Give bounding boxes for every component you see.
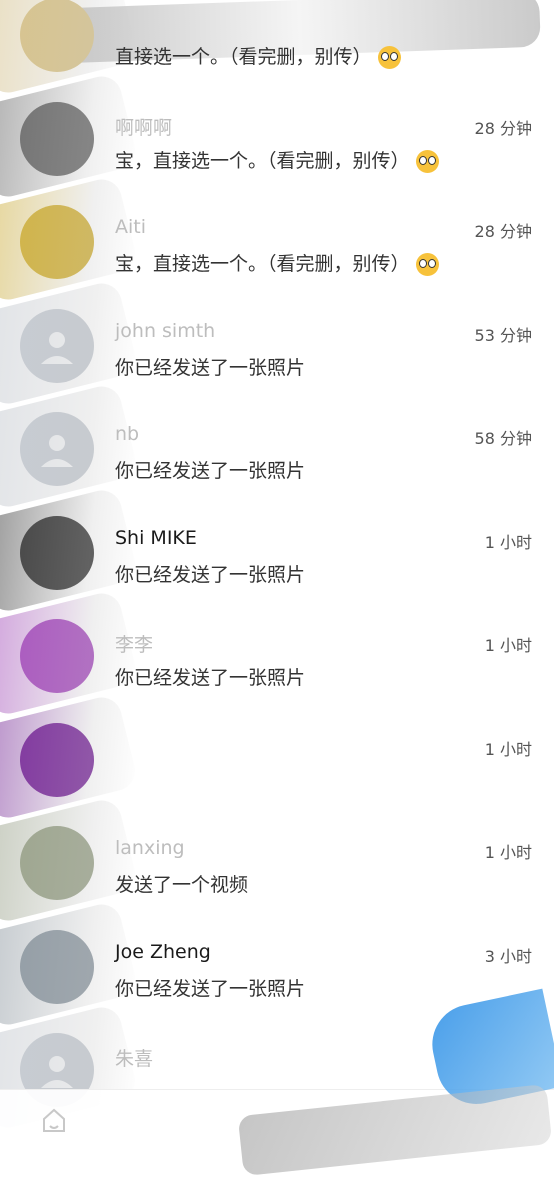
avatar[interactable]	[20, 722, 94, 797]
avatar[interactable]	[20, 0, 94, 72]
contact-name: 啊啊啊	[115, 116, 173, 139]
contact-name: Joe Zheng	[115, 940, 211, 963]
contact-name: lanxing	[115, 837, 185, 859]
timestamp: 1 小时	[484, 532, 532, 552]
conversation-row[interactable]: 啊啊啊宝，直接选一个。（看完删，别传） 28 分钟	[0, 71, 554, 201]
timestamp: 1 小时	[484, 739, 532, 759]
shocked-face-emoji-icon	[415, 149, 439, 173]
last-message: 宝，直接选一个。（看完删，别传）	[115, 146, 439, 173]
last-message: 你已经发送了一张照片	[115, 456, 305, 483]
last-message-text: 宝，直接选一个。（看完删，别传）	[115, 253, 410, 275]
contact-name: nb	[115, 423, 140, 445]
last-message-text: 宝，直接选一个。（看完删，别传）	[115, 149, 410, 172]
last-message-text: 发送了一个视频	[115, 874, 249, 896]
conversation-row[interactable]: Joe Zheng 你已经发送了一张照片 3 小时	[0, 899, 554, 1029]
conversation-row[interactable]: john simth 你已经发送了一张照片 53 分钟	[0, 278, 554, 408]
avatar[interactable]	[20, 205, 94, 279]
last-message: 发送了一个视频	[115, 870, 248, 897]
shocked-face-emoji-icon	[377, 46, 401, 69]
last-message-text: 你已经发送了一张照片	[115, 460, 306, 482]
letter-avatar-icon	[20, 619, 94, 693]
timestamp: 1 小时	[484, 843, 532, 862]
photo-avatar-icon	[20, 723, 94, 797]
conversation-row[interactable]: lanxing 发送了一个视频 1 小时	[0, 796, 554, 925]
contact-name: Shi MIKE	[115, 526, 197, 549]
photo-avatar-icon	[20, 826, 94, 900]
conversation-list: 直接选一个。（看完删，别传） 啊啊啊 宝，直接选一个。（看完删，别传） 28 分钟 Ai…	[0, 0, 554, 1132]
avatar[interactable]	[20, 308, 94, 383]
avatar[interactable]	[20, 929, 94, 1004]
contact-name: Aiti	[115, 216, 147, 238]
conversation-row[interactable]: Aiti 宝，直接选一个。（看完删，别传） 28 分钟	[0, 175, 554, 304]
bottom-tab-bar	[0, 988, 554, 1200]
photo-avatar-icon	[20, 0, 94, 72]
default-person-icon	[20, 412, 94, 486]
conversation-row[interactable]: 1 小时	[0, 692, 554, 822]
last-message: 你已经发送了一张照片	[115, 560, 305, 587]
conversation-row[interactable]: Shi MIKE 你已经发送了一张照片 1 小时	[0, 485, 554, 615]
contact-name: 朱喜	[115, 1048, 154, 1070]
avatar[interactable]	[20, 101, 94, 176]
contact-name: 李李	[115, 634, 154, 656]
last-message: 直接选一个。（看完删，别传）	[115, 42, 401, 69]
photo-avatar-icon	[20, 516, 94, 590]
home-icon[interactable]	[40, 1106, 68, 1134]
last-message: 宝，直接选一个。（看完删，别传）	[115, 249, 439, 276]
timestamp: 1 小时	[484, 636, 532, 655]
last-message-text: 直接选一个。（看完删，别传）	[115, 46, 372, 68]
photo-avatar-icon	[20, 102, 94, 176]
last-message-text: 你已经发送了一张照片	[115, 563, 306, 586]
last-message: 你已经发送了一张照片	[115, 974, 305, 1001]
timestamp: 58 分钟	[474, 429, 532, 448]
avatar[interactable]	[20, 619, 94, 693]
conversation-row[interactable]: nb 你已经发送了一张照片 58 分钟	[0, 382, 554, 511]
conversation-row[interactable]: 李李你已经发送了一张照片 1 小时	[0, 589, 554, 718]
last-message: 你已经发送了一张照片	[115, 663, 305, 690]
photo-avatar-icon	[20, 205, 94, 279]
photo-avatar-icon	[20, 930, 94, 1004]
last-message-text: 你已经发送了一张照片	[115, 356, 306, 379]
avatar[interactable]	[20, 515, 94, 590]
default-person-icon	[20, 309, 94, 383]
timestamp: 28 分钟	[474, 222, 532, 241]
last-message: 你已经发送了一张照片	[115, 353, 305, 380]
avatar[interactable]	[20, 412, 94, 486]
timestamp: 3 小时	[484, 946, 532, 966]
avatar[interactable]	[20, 826, 94, 900]
shocked-face-emoji-icon	[415, 253, 439, 276]
contact-name: john simth	[115, 319, 216, 342]
last-message-text: 你已经发送了一张照片	[115, 667, 306, 689]
last-message-text: 你已经发送了一张照片	[115, 977, 306, 1000]
conversation-row[interactable]: 直接选一个。（看完删，别传）	[0, 0, 554, 97]
timestamp: 28 分钟	[474, 118, 532, 138]
timestamp: 53 分钟	[474, 325, 532, 345]
